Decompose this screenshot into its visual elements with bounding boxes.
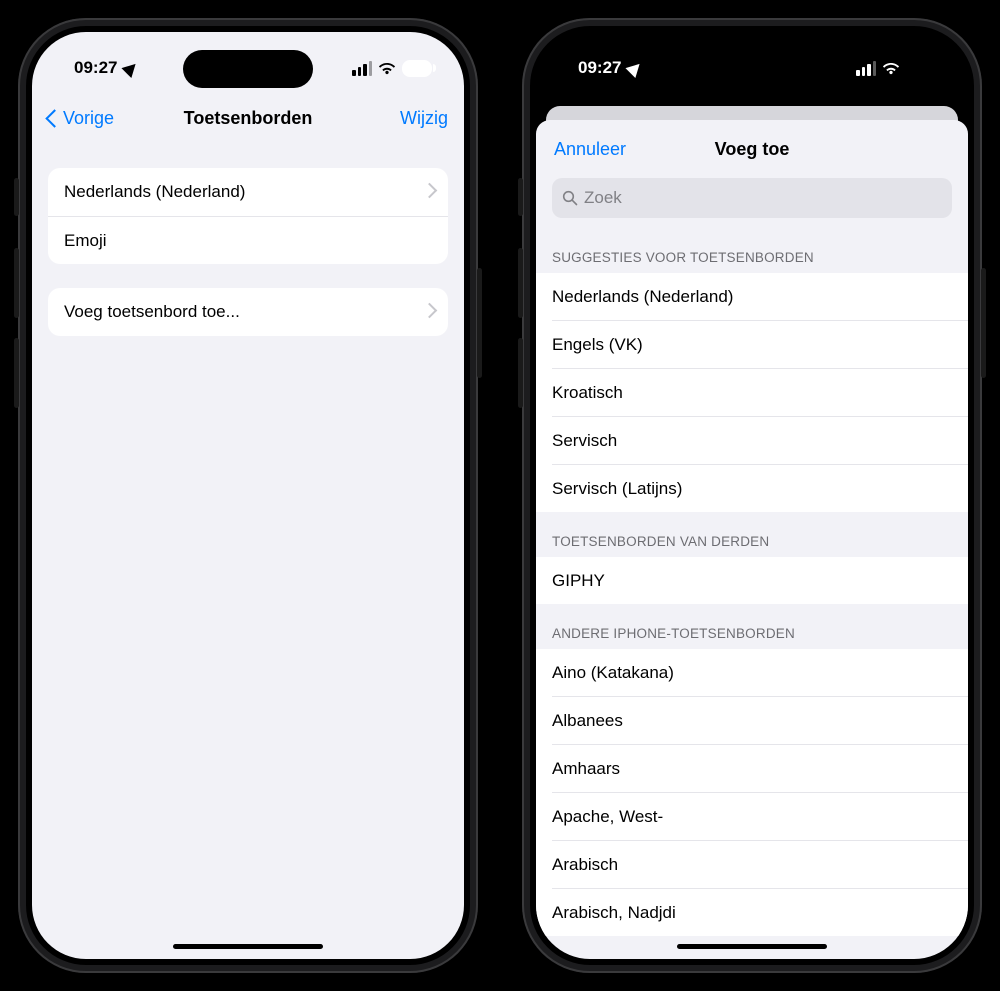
cellular-icon — [856, 61, 876, 76]
wifi-icon — [882, 61, 900, 75]
keyboard-label: Nederlands (Nederland) — [64, 182, 245, 202]
keyboard-row[interactable]: Nederlands (Nederland) — [48, 168, 448, 216]
wifi-icon — [378, 61, 396, 75]
side-button — [14, 178, 19, 216]
list-item-label: Apache, West- — [552, 807, 663, 827]
modal-sheet: Annuleer Voeg toe SUGGESTIES VOOR TOETSE… — [536, 120, 968, 959]
other-list: Aino (Katakana) Albanees Amhaars Apache,… — [536, 649, 968, 936]
add-keyboard-group: Voeg toetsenbord toe... — [48, 288, 448, 336]
sheet-title: Voeg toe — [715, 139, 790, 160]
location-icon — [122, 58, 141, 77]
volume-down-button — [518, 338, 523, 408]
list-item[interactable]: Amhaars — [536, 745, 968, 792]
home-indicator[interactable] — [677, 944, 827, 949]
list-item[interactable]: Kroatisch — [536, 369, 968, 416]
list-item[interactable]: Servisch (Latijns) — [536, 465, 968, 512]
keyboards-group: Nederlands (Nederland) Emoji — [48, 168, 448, 264]
back-label: Vorige — [63, 108, 114, 129]
list-item[interactable]: GIPHY — [536, 557, 968, 604]
add-keyboard-label: Voeg toetsenbord toe... — [64, 302, 240, 322]
screen: 09:27 92 Annuleer Voeg toe S — [536, 32, 968, 959]
back-button[interactable]: Vorige — [48, 108, 114, 129]
sheet-nav: Annuleer Voeg toe — [536, 120, 968, 178]
phone-right: 09:27 92 Annuleer Voeg toe S — [522, 18, 982, 973]
list-item-label: Servisch (Latijns) — [552, 479, 682, 499]
search-icon — [562, 190, 578, 206]
list-item-label: Albanees — [552, 711, 623, 731]
location-icon — [626, 58, 645, 77]
screen: 09:27 92 Vorige Toetsenborden Wijzig Ned… — [32, 32, 464, 959]
list-item[interactable]: Arabisch, Nadjdi — [536, 889, 968, 936]
keyboard-label: Emoji — [64, 231, 107, 251]
list-item-label: Aino (Katakana) — [552, 663, 674, 683]
list-item[interactable]: Arabisch — [536, 841, 968, 888]
suggestions-list: Nederlands (Nederland) Engels (VK) Kroat… — [536, 273, 968, 512]
nav-bar: Vorige Toetsenborden Wijzig — [32, 92, 464, 144]
battery-icon: 92 — [402, 60, 432, 77]
add-keyboard-row[interactable]: Voeg toetsenbord toe... — [48, 288, 448, 336]
chevron-right-icon — [424, 305, 432, 319]
thirdparty-list: GIPHY — [536, 557, 968, 604]
list-item[interactable]: Albanees — [536, 697, 968, 744]
list-item-label: GIPHY — [552, 571, 605, 591]
list-item-label: Arabisch — [552, 855, 618, 875]
status-time: 09:27 — [578, 58, 621, 78]
chevron-left-icon — [48, 108, 60, 128]
list-item-label: Kroatisch — [552, 383, 623, 403]
power-button — [477, 268, 482, 378]
content: Nederlands (Nederland) Emoji Voeg toetse… — [32, 144, 464, 959]
keyboard-row[interactable]: Emoji — [48, 216, 448, 264]
side-button — [518, 178, 523, 216]
list-item-label: Nederlands (Nederland) — [552, 287, 733, 307]
list-item[interactable]: Apache, West- — [536, 793, 968, 840]
section-header-thirdparty: TOETSENBORDEN VAN DERDEN — [536, 512, 968, 557]
list-item-label: Amhaars — [552, 759, 620, 779]
cancel-button[interactable]: Annuleer — [554, 139, 626, 160]
volume-up-button — [14, 248, 19, 318]
power-button — [981, 268, 986, 378]
volume-up-button — [518, 248, 523, 318]
search-input[interactable] — [584, 188, 942, 208]
dynamic-island — [687, 50, 817, 88]
list-item-label: Engels (VK) — [552, 335, 643, 355]
status-time: 09:27 — [74, 58, 117, 78]
list-item[interactable]: Nederlands (Nederland) — [536, 273, 968, 320]
battery-icon: 92 — [906, 60, 936, 77]
volume-down-button — [14, 338, 19, 408]
page-title: Toetsenborden — [184, 108, 313, 129]
phone-left: 09:27 92 Vorige Toetsenborden Wijzig Ned… — [18, 18, 478, 973]
list-item-label: Servisch — [552, 431, 617, 451]
edit-button[interactable]: Wijzig — [400, 108, 448, 129]
search-field[interactable] — [552, 178, 952, 218]
chevron-right-icon — [424, 185, 432, 199]
search-wrap — [536, 178, 968, 228]
section-header-other: ANDERE IPHONE-TOETSENBORDEN — [536, 604, 968, 649]
home-indicator[interactable] — [173, 944, 323, 949]
list-item[interactable]: Aino (Katakana) — [536, 649, 968, 696]
list-item[interactable]: Servisch — [536, 417, 968, 464]
dynamic-island — [183, 50, 313, 88]
list-item[interactable]: Engels (VK) — [536, 321, 968, 368]
cellular-icon — [352, 61, 372, 76]
section-header-suggestions: SUGGESTIES VOOR TOETSENBORDEN — [536, 228, 968, 273]
list-item-label: Arabisch, Nadjdi — [552, 903, 676, 923]
